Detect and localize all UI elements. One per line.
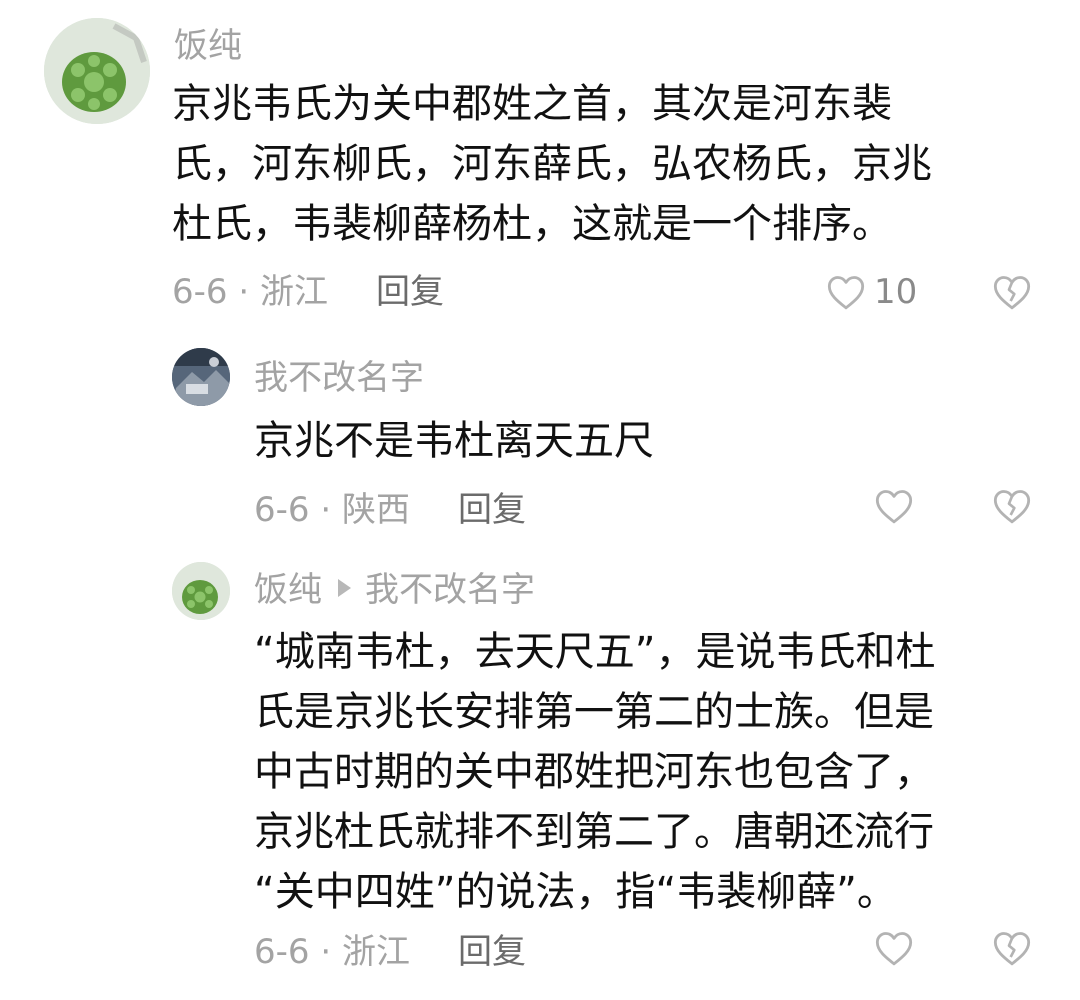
comment-text-line: 京兆韦氏为关中郡姓之首，其次是河东裴 [172,81,892,127]
comment-meta: 6-6 · 浙江 回复 [254,932,526,972]
photo-avatar-icon [172,348,230,406]
reply-button[interactable]: 回复 [458,932,526,972]
comment-meta: 6-6 · 陕西 回复 [254,490,526,530]
comment-text: 京兆不是韦杜离天五尺 [254,411,654,471]
avatar[interactable] [172,562,230,620]
reply-button[interactable]: 回复 [458,490,526,530]
comment-text-line: “城南韦杜，去天尺五”，是说韦氏和杜 [254,629,936,675]
comment-text-line: 杜氏，韦裴柳薛杨杜，这就是一个排序。 [172,201,892,247]
comment-text: “城南韦杜，去天尺五”，是说韦氏和杜 氏是京兆长安排第一第二的士族。但是 中古时… [254,622,935,922]
username-line: 饭纯 我不改名字 [254,570,535,610]
comment-text-line: 氏，河东柳氏，河东薛氏，弘农杨氏，京兆 [172,141,932,187]
comment-text-line: 京兆杜氏就排不到第二了。唐朝还流行 [254,809,934,855]
avatar[interactable] [172,348,230,406]
date-location: 6-6 · 浙江 [172,272,328,312]
username[interactable]: 饭纯 [174,26,242,66]
avatar[interactable] [44,18,150,124]
broken-heart-icon[interactable] [992,273,1032,311]
heart-icon[interactable] [874,487,914,525]
username[interactable]: 饭纯 [254,570,322,610]
like-count: 10 [874,272,918,312]
like-button[interactable]: 10 [826,270,917,314]
comment-meta: 6-6 · 浙江 回复 [172,272,444,312]
date-location: 6-6 · 浙江 [254,932,410,972]
turtle-avatar-icon [172,562,230,620]
comment-text-line: 氏是京兆长安排第一第二的士族。但是 [254,689,934,735]
username[interactable]: 我不改名字 [254,358,424,398]
reply-target-username[interactable]: 我不改名字 [365,570,535,610]
reply-button[interactable]: 回复 [376,272,444,312]
broken-heart-icon[interactable] [992,929,1032,967]
heart-icon [827,276,865,310]
play-arrow-icon [338,579,351,597]
date-location: 6-6 · 陕西 [254,490,410,530]
broken-heart-icon[interactable] [992,487,1032,525]
heart-icon[interactable] [874,929,914,967]
comment-text-line: 中古时期的关中郡姓把河东也包含了， [254,749,934,795]
comment-text: 京兆韦氏为关中郡姓之首，其次是河东裴 氏，河东柳氏，河东薛氏，弘农杨氏，京兆 杜… [172,74,932,254]
comment-text-line: “关中四姓”的说法，指“韦裴柳薛”。 [254,869,897,915]
comment-thread: 饭纯 京兆韦氏为关中郡姓之首，其次是河东裴 氏，河东柳氏，河东薛氏，弘农杨氏，京… [0,0,1080,1000]
comment-text-line: 京兆不是韦杜离天五尺 [254,418,654,464]
turtle-avatar-icon [44,18,150,124]
